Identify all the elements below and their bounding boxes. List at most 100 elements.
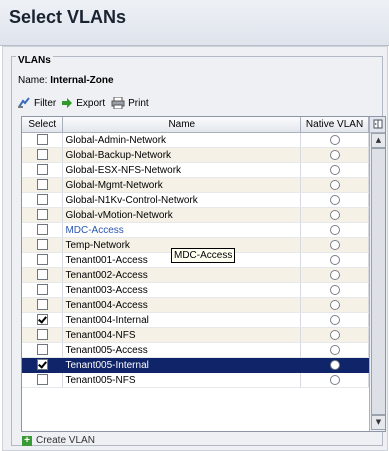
native-vlan-radio[interactable]: [329, 344, 340, 355]
native-vlan-radio[interactable]: [329, 299, 340, 310]
table-row[interactable]: Tenant005-NFS: [22, 372, 369, 388]
select-cell: [22, 372, 64, 388]
table-row[interactable]: Tenant004-Internal: [22, 312, 369, 328]
select-checkbox[interactable]: [36, 359, 48, 371]
table-row[interactable]: Tenant002-Access: [22, 267, 369, 283]
select-checkbox[interactable]: [36, 254, 48, 266]
select-checkbox[interactable]: [36, 329, 48, 341]
vlan-name-cell: MDC-Access: [62, 222, 302, 238]
vlan-name[interactable]: MDC-Access: [65, 225, 123, 236]
native-vlan-radio[interactable]: [329, 284, 340, 295]
native-vlan-cell: [300, 327, 369, 343]
select-checkbox[interactable]: [36, 269, 48, 281]
native-vlan-radio[interactable]: [329, 179, 340, 190]
native-vlan-radio[interactable]: [329, 134, 340, 145]
select-cell: [22, 357, 64, 373]
scroll-thumb[interactable]: [371, 148, 385, 415]
native-vlan-radio[interactable]: [329, 269, 340, 280]
native-vlan-radio[interactable]: [329, 224, 340, 235]
printer-icon: [111, 97, 125, 109]
table-row[interactable]: Tenant004-NFS: [22, 327, 369, 343]
select-cell: [22, 297, 64, 313]
vlan-name-cell: Global-ESX-NFS-Network: [62, 162, 302, 178]
export-button[interactable]: Export: [62, 98, 105, 109]
vlan-name-cell: Global-Mgmt-Network: [62, 177, 302, 193]
vlan-name-cell: Tenant004-Internal: [62, 312, 302, 328]
select-checkbox[interactable]: [36, 134, 48, 146]
table-row[interactable]: Tenant005-Internal: [22, 357, 369, 373]
vlan-grid: Select Name Native VLAN Global-Admin-Net…: [21, 116, 386, 432]
vlan-name-cell: Global-Admin-Network: [62, 132, 302, 148]
table-row[interactable]: MDC-Access: [22, 222, 369, 238]
vlan-name-cell: Tenant002-Access: [62, 267, 302, 283]
column-header-name[interactable]: Name: [62, 117, 302, 133]
native-vlan-cell: [300, 342, 369, 358]
native-vlan-radio[interactable]: [329, 239, 340, 250]
vlan-name-cell: Tenant005-Access: [62, 342, 302, 358]
select-cell: [22, 327, 64, 343]
table-row[interactable]: Global-N1Kv-Control-Network: [22, 192, 369, 208]
native-vlan-cell: [300, 147, 369, 163]
select-checkbox[interactable]: [36, 224, 48, 236]
column-header-native-vlan[interactable]: Native VLAN: [300, 117, 369, 133]
vlan-name: Tenant004-Internal: [65, 314, 149, 326]
native-vlan-cell: [300, 192, 369, 208]
table-row[interactable]: Tenant005-Access: [22, 342, 369, 358]
select-checkbox[interactable]: [36, 299, 48, 311]
scroll-up-button[interactable]: ▲: [371, 133, 385, 148]
native-vlan-radio[interactable]: [329, 329, 340, 340]
table-row[interactable]: Global-Mgmt-Network: [22, 177, 369, 193]
vlan-name: Global-ESX-NFS-Network: [65, 164, 182, 176]
select-checkbox[interactable]: [36, 164, 48, 176]
select-checkbox[interactable]: [36, 194, 48, 206]
native-vlan-cell: [300, 357, 369, 373]
native-vlan-radio[interactable]: [329, 314, 340, 325]
select-checkbox[interactable]: [36, 284, 48, 296]
vlan-name: Tenant005-Access: [65, 344, 148, 356]
select-cell: [22, 207, 64, 223]
select-checkbox[interactable]: [36, 179, 48, 191]
native-vlan-radio[interactable]: [329, 194, 340, 205]
vlan-name-cell: Global-Backup-Network: [62, 147, 302, 163]
vlan-name: Global-N1Kv-Control-Network: [65, 194, 198, 206]
table-row[interactable]: Global-vMotion-Network: [22, 207, 369, 223]
native-vlan-cell: [300, 267, 369, 283]
vlan-name: Global-vMotion-Network: [65, 209, 173, 221]
vlan-name-cell: Global-vMotion-Network: [62, 207, 302, 223]
select-checkbox[interactable]: [36, 149, 48, 161]
native-vlan-radio[interactable]: [329, 164, 340, 175]
create-vlan-button[interactable]: + Create VLAN: [22, 435, 95, 446]
vlan-name-cell: Tenant005-NFS: [62, 372, 302, 388]
select-checkbox[interactable]: [36, 209, 48, 221]
vertical-scrollbar[interactable]: ▲ ▼: [369, 117, 385, 431]
native-vlan-radio[interactable]: [329, 374, 340, 385]
zone-name-label: Name:: [18, 75, 48, 86]
filter-button[interactable]: Filter: [17, 97, 56, 109]
vlan-name-cell: Tenant004-Access: [62, 297, 302, 313]
native-vlan-radio[interactable]: [329, 254, 340, 265]
select-cell: [22, 312, 64, 328]
name-tooltip: MDC-Access: [171, 248, 236, 263]
table-row[interactable]: Tenant003-Access: [22, 282, 369, 298]
select-cell: [22, 237, 64, 253]
vlan-name-cell: Tenant004-NFS: [62, 327, 302, 343]
select-checkbox[interactable]: [36, 239, 48, 251]
table-row[interactable]: Global-Backup-Network: [22, 147, 369, 163]
native-vlan-radio[interactable]: [329, 149, 340, 160]
native-vlan-cell: [300, 207, 369, 223]
column-chooser-button[interactable]: [370, 117, 385, 133]
select-checkbox[interactable]: [36, 374, 48, 386]
native-vlan-radio[interactable]: [329, 359, 340, 370]
table-row[interactable]: Global-Admin-Network: [22, 132, 369, 148]
column-chooser-icon: [373, 119, 383, 129]
select-checkbox[interactable]: [36, 314, 48, 326]
scroll-down-button[interactable]: ▼: [371, 415, 385, 430]
native-vlan-radio[interactable]: [329, 209, 340, 220]
print-button[interactable]: Print: [111, 97, 149, 109]
column-header-select[interactable]: Select: [22, 117, 64, 133]
select-checkbox[interactable]: [36, 344, 48, 356]
dialog-title-bar: Select VLANs: [0, 0, 389, 46]
table-row[interactable]: Tenant004-Access: [22, 297, 369, 313]
vlan-name: Tenant005-Internal: [65, 359, 149, 371]
table-row[interactable]: Global-ESX-NFS-Network: [22, 162, 369, 178]
